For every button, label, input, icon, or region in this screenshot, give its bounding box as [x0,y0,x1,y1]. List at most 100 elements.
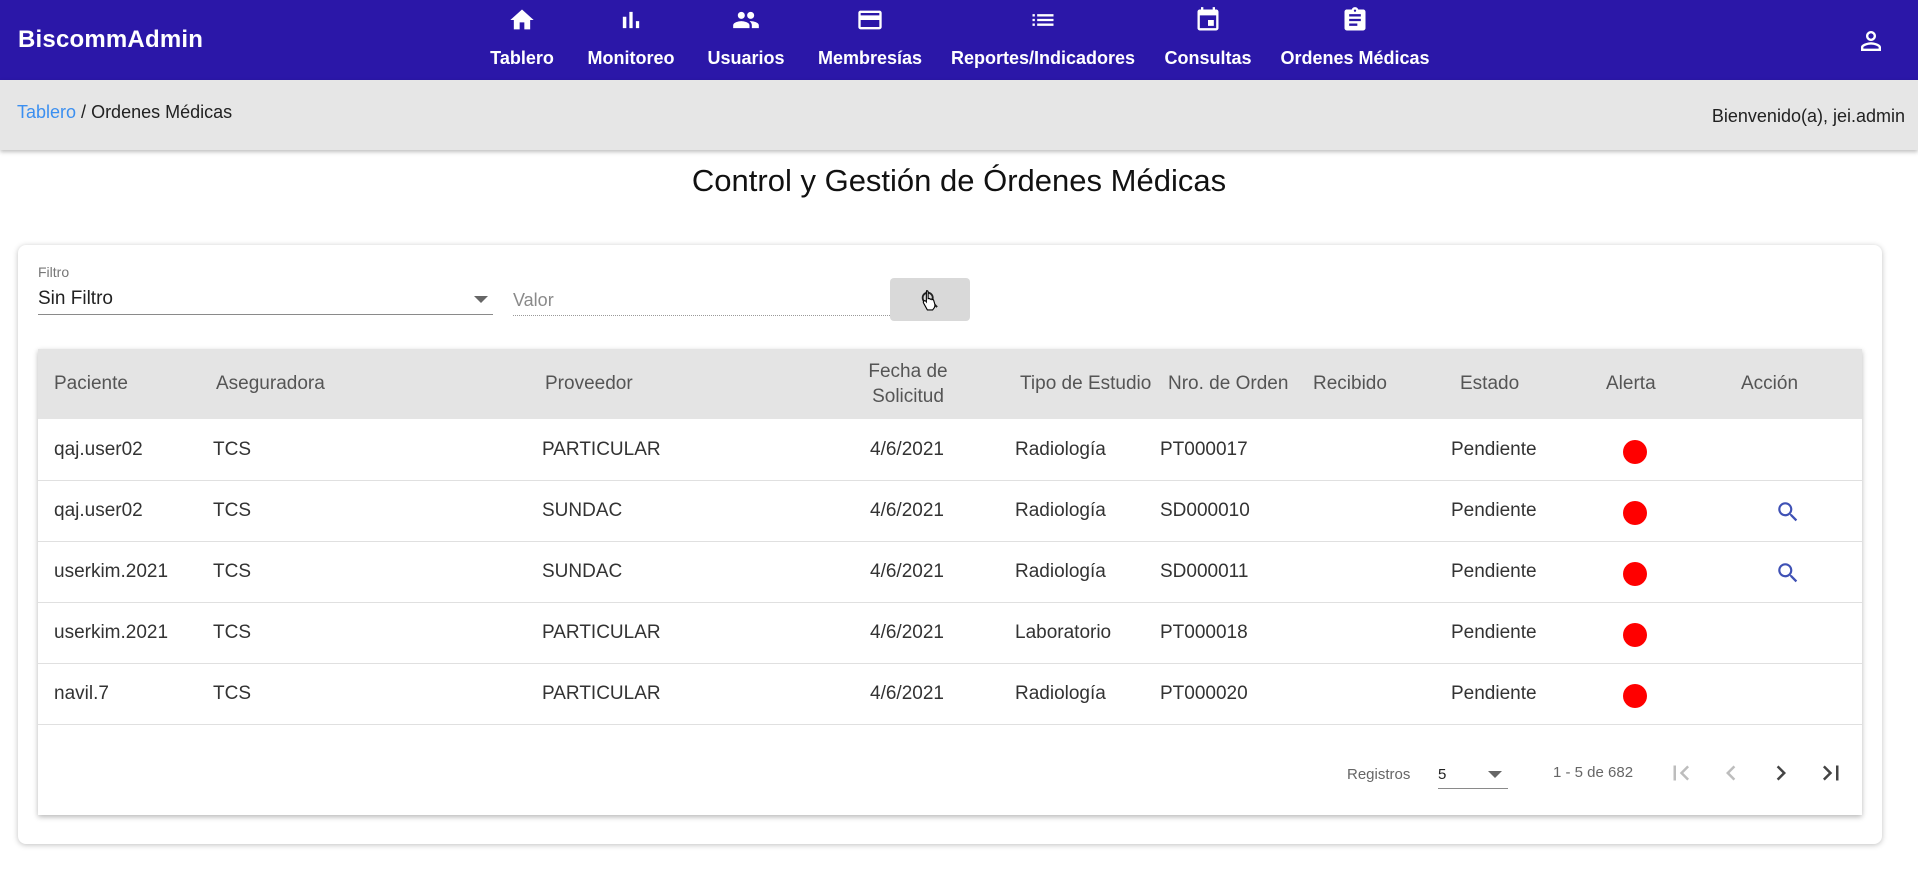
column-header-alerta: Alerta [1606,373,1656,394]
cell-estado: Pendiente [1451,561,1537,582]
first-page-button[interactable] [1666,758,1696,788]
calendar-icon [1197,7,1219,31]
cell-aseguradora: TCS [213,622,251,643]
cell-paciente: userkim.2021 [54,561,169,582]
last-page-icon [1822,765,1839,781]
welcome-message: Bienvenido(a), jei.admin [1711,106,1905,126]
table-header: Paciente Aseguradora Proveedor Fecha de … [38,349,1862,419]
cell-aseguradora: TCS [213,439,251,460]
column-header-aseguradora[interactable]: Aseguradora [216,371,325,396]
table-row[interactable]: navil.7 TCS PARTICULAR 4/6/2021 Radiolog… [38,663,1862,725]
top-app-bar: BiscommAdmin Tablero Monitoreo Usuarios … [0,0,1918,80]
cell-tipo-estudio: Laboratorio [1015,622,1112,643]
cell-nro-orden: PT000018 [1160,622,1248,643]
nav-label: Ordenes Médicas [1280,48,1430,68]
last-page-button[interactable] [1816,758,1846,788]
filter-label: Filtro [38,264,70,280]
table-row[interactable]: qaj.user02 TCS SUNDAC 4/6/2021 Radiologí… [38,480,1862,542]
page-size-label: Registros [1347,766,1411,783]
cell-fecha: 4/6/2021 [870,500,944,521]
search-icon [1778,502,1798,522]
breadcrumb-link-tablero[interactable]: Tablero [17,102,76,122]
chevron-right-icon [1776,765,1786,781]
cell-aseguradora: TCS [213,500,251,521]
cell-proveedor: PARTICULAR [542,622,661,643]
page-range: 1 - 5 de 682 [1553,764,1634,781]
column-header-estado[interactable]: Estado [1460,371,1519,396]
filter-select[interactable]: Sin Filtro [38,282,493,315]
view-order-button[interactable] [1775,499,1801,525]
chevron-left-icon [1726,765,1736,781]
column-header-fecha[interactable]: Fecha de Solicitud [858,359,958,409]
column-header-accion: Acción [1741,373,1799,394]
cell-tipo-estudio: Radiología [1015,500,1106,521]
cell-proveedor: SUNDAC [542,500,623,521]
page-title: Control y Gestión de Órdenes Médicas [691,163,1227,198]
nav-item-reportes[interactable]: Reportes/Indicadores [951,0,1135,80]
table-row[interactable]: userkim.2021 TCS SUNDAC 4/6/2021 Radiolo… [38,541,1862,603]
cell-nro-orden: PT000017 [1160,439,1248,460]
cell-proveedor: SUNDAC [542,561,623,582]
search-icon [1778,563,1798,583]
cell-paciente: userkim.2021 [54,622,169,643]
nav-item-consultas[interactable]: Consultas [1165,0,1252,80]
search-button[interactable] [890,278,970,321]
alert-indicator-icon [1623,440,1647,464]
cell-estado: Pendiente [1451,439,1537,460]
column-header-nro-orden[interactable]: Nro. de Orden [1168,371,1288,396]
first-page-icon [1673,765,1690,781]
list-icon [1032,14,1054,26]
people-icon [733,11,759,29]
nav-item-tablero[interactable]: Tablero [490,0,554,80]
cell-tipo-estudio: Radiología [1015,561,1106,582]
page-size-select[interactable]: 5 [1438,760,1508,789]
cell-aseguradora: TCS [213,683,251,704]
nav-label: Reportes/Indicadores [950,48,1136,68]
alert-indicator-icon [1623,623,1647,647]
cell-fecha: 4/6/2021 [870,683,944,704]
previous-page-button[interactable] [1716,758,1746,788]
nav-item-membresias[interactable]: Membresías [817,0,923,80]
account-icon [1861,31,1881,51]
paginator: Registros 5 1 - 5 de 682 [38,724,1862,815]
nav-label: Usuarios [707,48,785,68]
view-order-button[interactable] [1775,560,1801,586]
hand-cursor-icon [922,290,936,311]
nav-item-ordenes-medicas[interactable]: Ordenes Médicas [1280,0,1430,80]
cell-paciente: navil.7 [54,683,109,704]
cell-estado: Pendiente [1451,500,1537,521]
dropdown-arrow-icon [1488,771,1502,778]
breadcrumb-bar: Tablero / Ordenes Médicas Bienvenido(a),… [0,80,1918,150]
cell-nro-orden: PT000020 [1160,683,1248,704]
nav-item-monitoreo[interactable]: Monitoreo [587,0,675,80]
table-row[interactable]: qaj.user02 TCS PARTICULAR 4/6/2021 Radio… [38,419,1862,481]
account-button[interactable] [1856,26,1886,56]
alert-indicator-icon [1623,501,1647,525]
cell-estado: Pendiente [1451,622,1537,643]
nav-label: Monitoreo [587,48,675,68]
table-row[interactable]: userkim.2021 TCS PARTICULAR 4/6/2021 Lab… [38,602,1862,664]
nav-label: Consultas [1164,48,1252,68]
column-header-tipo-estudio[interactable]: Tipo de Estudio [1020,371,1151,396]
breadcrumb: Tablero / Ordenes Médicas [17,102,232,123]
assignment-icon [1344,7,1366,31]
cell-proveedor: PARTICULAR [542,683,661,704]
orders-card: Filtro Sin Filtro Paciente Aseguradora P… [18,245,1882,844]
page-size-value: 5 [1438,766,1447,783]
cell-paciente: qaj.user02 [54,500,143,521]
cell-nro-orden: SD000011 [1160,561,1249,582]
cell-fecha: 4/6/2021 [870,561,944,582]
column-header-proveedor[interactable]: Proveedor [545,371,633,396]
cell-aseguradora: TCS [213,561,251,582]
breadcrumb-current: Ordenes Médicas [91,102,233,122]
column-header-paciente[interactable]: Paciente [54,371,128,396]
next-page-button[interactable] [1766,758,1796,788]
dropdown-arrow-icon [474,296,488,303]
nav-item-usuarios[interactable]: Usuarios [707,0,785,80]
nav-label: Membresías [817,48,923,68]
app-brand[interactable]: BiscommAdmin [18,26,203,54]
cell-estado: Pendiente [1451,683,1537,704]
cell-fecha: 4/6/2021 [870,622,944,643]
bar-chart-icon [622,11,640,29]
column-header-recibido[interactable]: Recibido [1313,371,1387,396]
